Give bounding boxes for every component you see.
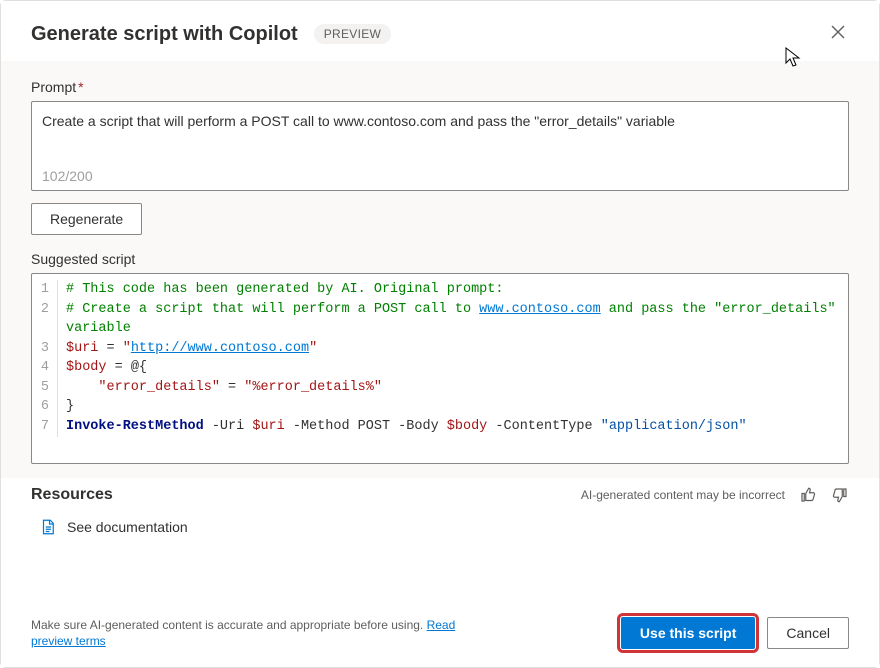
prompt-input[interactable]: Create a script that will perform a POST…: [31, 101, 849, 191]
code-line: 3$uri = "http://www.contoso.com": [32, 339, 848, 359]
prompt-char-counter: 102/200: [42, 168, 838, 184]
cancel-button[interactable]: Cancel: [767, 617, 849, 649]
thumbs-down-icon[interactable]: [831, 486, 849, 504]
document-icon: [39, 518, 57, 536]
code-line: 7Invoke-RestMethod -Uri $uri -Method POS…: [32, 417, 848, 437]
code-line: 1# This code has been generated by AI. O…: [32, 280, 848, 300]
regenerate-button[interactable]: Regenerate: [31, 203, 142, 235]
dialog-footer: Make sure AI-generated content is accura…: [1, 603, 879, 667]
suggested-script-label: Suggested script: [31, 251, 849, 267]
code-line: 2# Create a script that will perform a P…: [32, 300, 848, 339]
code-line: 5 "error_details" = "%error_details%": [32, 378, 848, 398]
thumbs-up-icon[interactable]: [799, 486, 817, 504]
prompt-label: Prompt*: [31, 79, 849, 95]
close-icon: [831, 25, 845, 39]
use-this-script-button[interactable]: Use this script: [621, 617, 755, 649]
footer-disclaimer: Make sure AI-generated content is accura…: [31, 617, 461, 649]
resources-heading: Resources: [31, 486, 113, 504]
code-line: 6}: [32, 397, 848, 417]
preview-badge: PREVIEW: [314, 24, 391, 44]
required-indicator: *: [78, 79, 83, 95]
close-button[interactable]: [827, 21, 849, 47]
code-line: 4$body = @{: [32, 358, 848, 378]
see-documentation-link[interactable]: See documentation: [39, 518, 849, 536]
prompt-text: Create a script that will perform a POST…: [42, 112, 838, 132]
dialog-header: Generate script with Copilot PREVIEW: [1, 1, 879, 61]
ai-disclaimer: AI-generated content may be incorrect: [581, 488, 785, 502]
suggested-script-code[interactable]: 1# This code has been generated by AI. O…: [31, 273, 849, 464]
dialog-title: Generate script with Copilot: [31, 23, 298, 46]
